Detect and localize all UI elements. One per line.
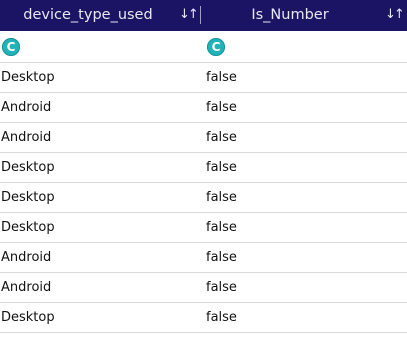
cell-is-number[interactable]: false	[202, 153, 407, 182]
table-row[interactable]: Desktop false	[0, 213, 407, 243]
cell-device-type-used[interactable]: Desktop	[0, 303, 202, 332]
cell-is-number[interactable]: false	[202, 213, 407, 242]
grid-header: device_type_used ↓↑ Is_Number ↓↑	[0, 0, 407, 31]
column-header-is-number[interactable]: Is_Number ↓↑	[202, 0, 407, 31]
grid-body: Desktop false Android false Android false Desk…	[0, 63, 407, 333]
table-row[interactable]: Android false	[0, 273, 407, 303]
data-grid: device_type_used ↓↑ Is_Number ↓↑ C C Des…	[0, 0, 407, 333]
cell-is-number[interactable]: false	[202, 93, 407, 122]
cell-device-type-used[interactable]: Android	[0, 273, 202, 302]
sort-icon[interactable]: ↓↑	[179, 7, 199, 22]
cell-device-type-used[interactable]: Android	[0, 123, 202, 152]
column-header-label: device_type_used	[23, 7, 153, 23]
column-divider[interactable]	[200, 6, 201, 24]
table-row[interactable]: Desktop false	[0, 63, 407, 93]
cell-is-number[interactable]: false	[202, 273, 407, 302]
column-type-cell: C	[202, 31, 407, 62]
cell-device-type-used[interactable]: Desktop	[0, 63, 202, 92]
cell-device-type-used[interactable]: Desktop	[0, 213, 202, 242]
cell-is-number[interactable]: false	[202, 123, 407, 152]
column-type-cell: C	[0, 31, 202, 62]
cell-device-type-used[interactable]: Desktop	[0, 183, 202, 212]
table-row[interactable]: Desktop false	[0, 303, 407, 333]
categorical-type-icon: C	[2, 37, 20, 56]
table-row[interactable]: Desktop false	[0, 153, 407, 183]
cell-is-number[interactable]: false	[202, 243, 407, 272]
cell-is-number[interactable]: false	[202, 303, 407, 332]
table-row[interactable]: Desktop false	[0, 183, 407, 213]
column-header-label: Is_Number	[251, 7, 329, 23]
cell-device-type-used[interactable]: Desktop	[0, 153, 202, 182]
cell-device-type-used[interactable]: Android	[0, 93, 202, 122]
table-row[interactable]: Android false	[0, 93, 407, 123]
table-row[interactable]: Android false	[0, 123, 407, 153]
cell-is-number[interactable]: false	[202, 63, 407, 92]
cell-is-number[interactable]: false	[202, 183, 407, 212]
column-header-device-type-used[interactable]: device_type_used ↓↑	[0, 0, 202, 31]
sort-icon[interactable]: ↓↑	[385, 7, 405, 22]
categorical-type-icon: C	[207, 37, 225, 56]
cell-device-type-used[interactable]: Android	[0, 243, 202, 272]
column-type-row: C C	[0, 31, 407, 63]
table-row[interactable]: Android false	[0, 243, 407, 273]
